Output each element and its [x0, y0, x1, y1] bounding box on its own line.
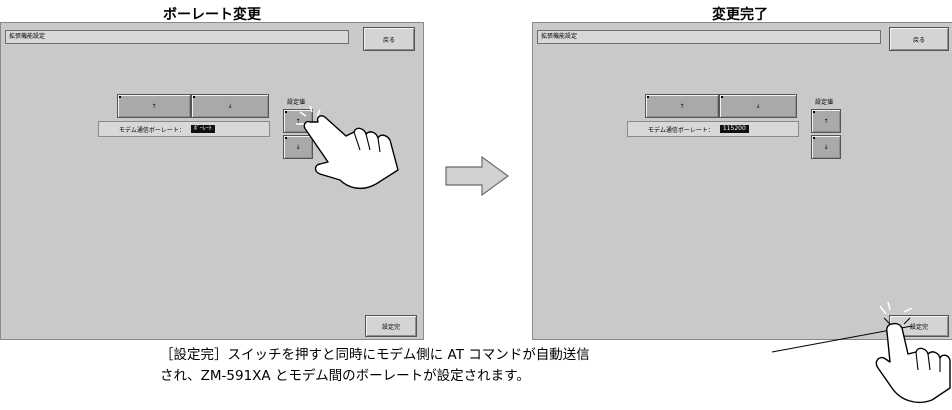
left-finish-button[interactable]: 設定完	[365, 315, 417, 337]
right-setting-label: 設定値	[815, 99, 834, 106]
up-arrow-icon: ↑	[151, 102, 157, 110]
right-baud-label: モデム通信ボーレート：	[648, 126, 714, 134]
left-back-button[interactable]: 戻る	[363, 27, 415, 51]
up-arrow-icon: ↑	[823, 117, 829, 125]
pointing-hand-icon	[296, 105, 399, 190]
right-top-down-button[interactable]: ↓	[719, 94, 797, 118]
right-title-bar: 拡張機能設定	[537, 30, 881, 44]
right-setting-down-button[interactable]: ↓	[811, 135, 841, 159]
right-baud-row: モデム通信ボーレート： 115200	[627, 121, 799, 137]
left-baud-row: モデム通信ボーレート： ﾎﾞｰﾚｰﾄ	[98, 121, 270, 137]
right-back-button[interactable]: 戻る	[889, 27, 949, 51]
up-arrow-icon: ↑	[679, 102, 685, 110]
right-caption: 変更完了	[712, 7, 768, 23]
left-top-up-button[interactable]: ↑	[117, 94, 191, 118]
left-baud-value: ﾎﾞｰﾚｰﾄ	[190, 125, 215, 133]
right-top-up-button[interactable]: ↑	[645, 94, 719, 118]
footnote: ［設定完］スイッチを押すと同時にモデム側に AT コマンドが自動送信 され、ZM…	[160, 345, 590, 387]
left-top-down-button[interactable]: ↓	[191, 94, 269, 118]
left-caption: ボーレート変更	[163, 7, 261, 23]
footnote-line-2: され、ZM-591XA とモデム間のボーレートが設定されます。	[160, 368, 530, 384]
down-arrow-icon: ↓	[823, 143, 829, 151]
footnote-line-1: ［設定完］スイッチを押すと同時にモデム側に AT コマンドが自動送信	[160, 347, 590, 363]
right-setting-up-button[interactable]: ↑	[811, 109, 841, 133]
right-baud-value: 115200	[719, 125, 749, 133]
left-baud-label: モデム通信ボーレート：	[119, 126, 185, 134]
arrow-right-icon	[445, 155, 510, 197]
left-title-bar: 拡張機能設定	[5, 30, 349, 44]
pointing-hand-icon	[875, 301, 951, 404]
down-arrow-icon: ↓	[227, 102, 233, 110]
down-arrow-icon: ↓	[755, 102, 761, 110]
